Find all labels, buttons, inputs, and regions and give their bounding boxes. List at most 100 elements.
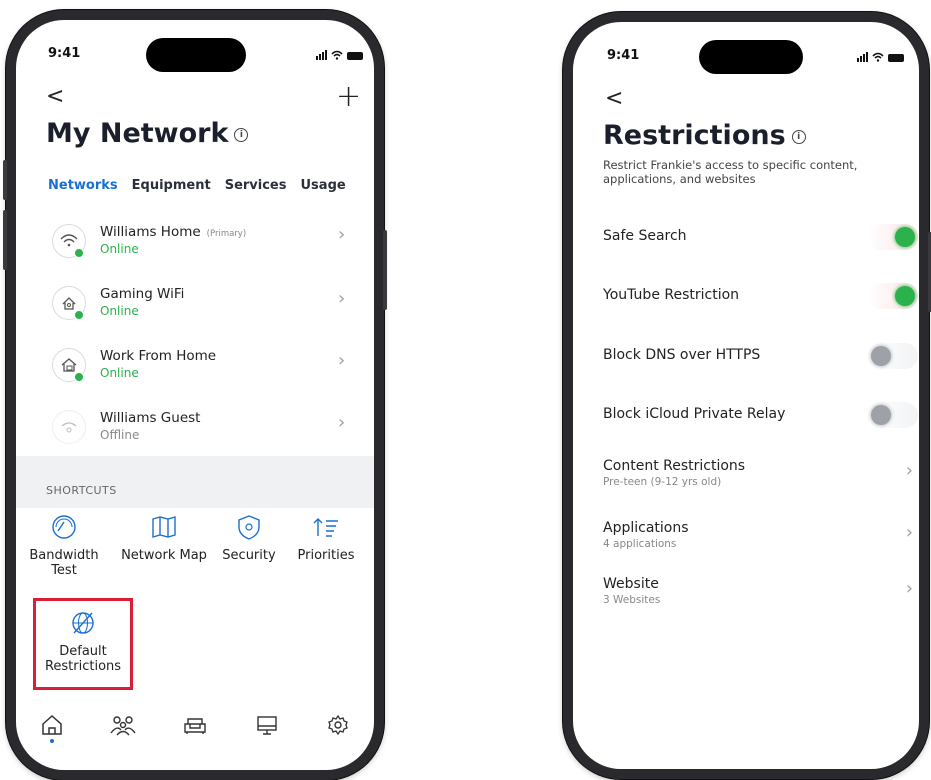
shortcut-security[interactable]: Security [214,514,284,563]
nav-people[interactable] [108,713,138,743]
active-indicator [49,739,54,743]
chevron-right-icon: › [905,578,913,599]
nav-settings[interactable] [323,713,353,743]
info-icon[interactable]: i [234,127,249,142]
monitor-icon [256,716,277,735]
link-label: Content Restrictions [603,458,746,474]
chevron-right-icon: › [338,224,346,245]
chevron-right-icon: › [905,460,913,481]
page-title-text: Restrictions [603,120,786,151]
map-icon [152,516,176,538]
toggle-label: Safe Search [603,228,687,244]
toggle-row-icloud: Block iCloud Private Relay [603,396,918,436]
chevron-right-icon: › [338,350,346,371]
link-row-content-restrictions[interactable]: Content Restrictions Pre-teen (9-12 yrs … [603,448,913,496]
network-tag: (Primary) [206,229,247,239]
network-row[interactable]: Williams Home (Primary) Online › [42,218,362,278]
toggle-row-youtube: YouTube Restriction [603,277,918,317]
left-phone-frame: 9:41 < + My Network i Networks Equipment … [3,10,387,780]
shortcut-label: Priorities [297,548,355,563]
network-status: Offline [100,428,140,442]
tab-networks[interactable]: Networks [48,178,118,193]
network-row[interactable]: Williams Guest Offline › [42,404,362,464]
toggle-label: YouTube Restriction [603,287,740,303]
wifi-status-icon [872,52,884,62]
battery-icon [347,52,363,60]
toggle-label: Block DNS over HTTPS [603,347,761,363]
safe-search-toggle[interactable] [868,224,918,250]
shortcut-label: Security [222,548,276,563]
link-label: Applications [603,520,689,536]
network-name: Gaming WiFi [100,286,185,302]
shortcut-label: Network Map [121,548,207,563]
online-dot [74,248,84,258]
network-name: Williams Guest [100,410,201,426]
shortcuts-label: SHORTCUTS [46,484,117,497]
link-row-website[interactable]: Website 3 Websites › [603,566,913,614]
info-icon[interactable]: i [791,129,806,144]
people-icon [110,716,136,736]
status-icons [316,50,363,60]
dynamic-island [699,40,803,74]
gear-icon [328,714,348,736]
guest-network-icon [52,410,86,444]
link-sub: Pre-teen (9-12 yrs old) [603,476,722,488]
network-status: Online [100,366,139,380]
link-label: Website [603,576,659,592]
nav-devices[interactable] [252,713,282,743]
toggle-knob [871,346,891,366]
toggle-knob [871,405,891,425]
page-subtitle: Restrict Frankie's access to specific co… [603,158,858,186]
network-status: Online [100,304,139,318]
network-row[interactable]: Work From Home Online › [42,342,362,402]
add-button[interactable]: + [336,82,361,112]
shortcuts-header: SHORTCUTS [16,456,374,508]
page-title-text: My Network [46,118,229,149]
restricted-globe-icon [72,612,94,634]
tab-services[interactable]: Services [225,178,287,193]
link-sub: 4 applications [603,538,677,550]
left-screen: 9:41 < + My Network i Networks Equipment … [16,20,374,770]
network-status: Online [100,242,139,256]
page-title: Restrictions i [603,120,806,151]
toggle-knob [895,227,915,247]
signal-icon [857,52,868,62]
chevron-right-icon: › [905,522,913,543]
shortcut-bandwidth-test[interactable]: Bandwidth Test [24,514,104,578]
toggle-row-safe-search: Safe Search [603,218,918,258]
shortcut-default-restrictions[interactable]: Default Restrictions [36,610,130,674]
shield-icon [238,515,260,540]
block-icloud-relay-toggle[interactable] [868,402,918,428]
nav-home[interactable] [37,713,67,743]
shortcut-priorities[interactable]: Priorities [286,514,366,563]
toggle-label: Block iCloud Private Relay [603,406,786,422]
wifi-status-icon [331,50,343,60]
tab-equipment[interactable]: Equipment [132,178,211,193]
right-phone-frame: 9:41 < Restrictions i Restrict Frankie's … [563,12,931,779]
home-icon [42,714,62,735]
shortcut-label: Bandwidth Test [29,548,99,578]
chevron-right-icon: › [338,288,346,309]
tab-usage[interactable]: Usage [301,178,346,193]
page-title: My Network i [46,118,249,149]
signal-icon [316,50,327,60]
chevron-right-icon: › [338,412,346,433]
speedometer-icon [52,515,76,539]
back-button[interactable]: < [46,86,64,108]
shortcut-network-map[interactable]: Network Map [112,514,216,563]
nav-home-couch[interactable] [180,713,210,743]
youtube-restriction-toggle[interactable] [868,283,918,309]
toggle-row-dns: Block DNS over HTTPS [603,337,918,377]
block-dns-toggle[interactable] [868,343,918,369]
network-name: Work From Home [100,348,217,364]
network-name: Williams Home [100,224,201,240]
priorities-icon [313,518,338,537]
status-time: 9:41 [607,48,640,63]
bottom-nav [16,708,374,748]
link-row-applications[interactable]: Applications 4 applications › [603,510,913,558]
status-time: 9:41 [48,46,81,61]
couch-icon [184,718,206,734]
battery-icon [888,54,904,62]
back-button[interactable]: < [605,88,623,110]
network-row[interactable]: Gaming WiFi Online › [42,280,362,340]
